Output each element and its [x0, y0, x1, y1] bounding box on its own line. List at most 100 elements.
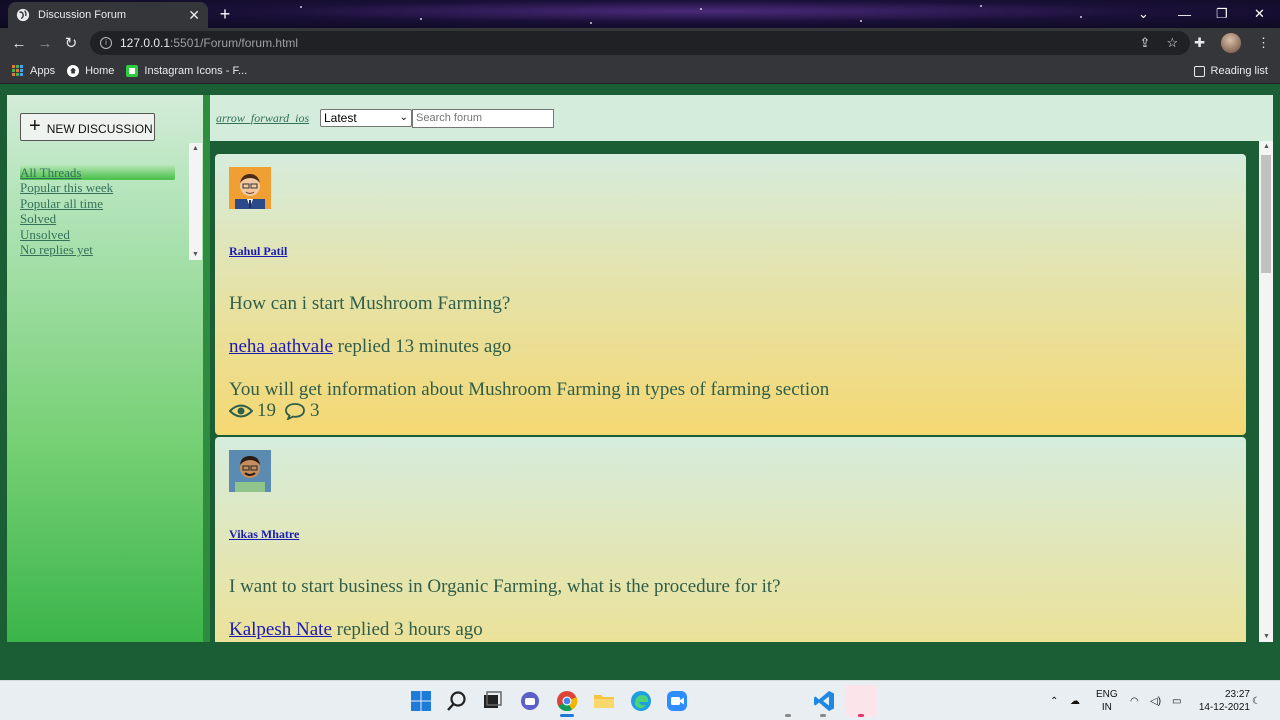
bookmarks-bar: Apps Home Instagram Icons - F... Reading…: [0, 58, 1280, 84]
language-indicator[interactable]: ENG IN: [1096, 681, 1118, 720]
thread-list-scrollbar[interactable]: ▲ ▼: [1259, 141, 1273, 642]
battery-icon[interactable]: ▭: [1172, 681, 1181, 720]
app-running-indicator: [785, 714, 791, 717]
teams-chat-icon[interactable]: [519, 690, 541, 712]
scroll-up-icon[interactable]: ▲: [192, 145, 199, 152]
profile-avatar[interactable]: [1221, 33, 1241, 53]
wifi-icon[interactable]: ◠: [1130, 681, 1139, 720]
forum-sidebar: + NEW DISCUSSION All Threads Popular thi…: [7, 95, 203, 642]
bookmark-label: Home: [85, 64, 115, 77]
site-info-icon[interactable]: i: [100, 37, 112, 49]
comment-count: 3: [310, 400, 320, 421]
scroll-up-icon[interactable]: ▲: [1263, 143, 1270, 150]
nav-popular-all-time[interactable]: Popular all time: [20, 196, 175, 211]
start-windows-icon[interactable]: [410, 690, 432, 712]
comment-icon: [285, 403, 305, 420]
reading-list-icon: [1193, 65, 1205, 77]
system-clock[interactable]: 23:27 14-12-2021: [1199, 688, 1250, 714]
tab-search-icon[interactable]: ⌄: [1138, 0, 1149, 28]
nav-all-threads[interactable]: All Threads: [20, 165, 175, 181]
menu-kebab-icon[interactable]: ⋮: [1257, 35, 1270, 51]
bookmark-home[interactable]: Home: [67, 64, 115, 77]
file-explorer-icon[interactable]: [593, 690, 615, 712]
plus-icon: +: [29, 115, 41, 137]
address-bar-row: ← → ↻ i 127.0.0.1:5501/Forum/forum.html …: [0, 28, 1280, 58]
app-running-indicator: [858, 714, 864, 717]
new-discussion-label: NEW DISCUSSION: [46, 122, 153, 136]
author-name-link[interactable]: Rahul Patil: [229, 244, 287, 259]
url-path: :5501/Forum/forum.html: [170, 36, 299, 50]
sidebar-divider: [203, 95, 210, 642]
nav-unsolved[interactable]: Unsolved: [20, 227, 175, 242]
extensions-puzzle-icon[interactable]: ✚: [1194, 35, 1205, 51]
apps-grid-icon: [12, 64, 24, 77]
forum-toolbar: arrow_forward_ios Latest ⌄ Search forum: [210, 95, 1273, 141]
bookmark-star-icon[interactable]: ☆: [1166, 35, 1178, 51]
thread-question[interactable]: How can i start Mushroom Farming?: [229, 293, 510, 315]
bookmark-label: Apps: [30, 64, 56, 77]
user-avatar: [229, 167, 271, 209]
reading-list-button[interactable]: Reading list: [1193, 58, 1268, 84]
sidebar-scrollbar[interactable]: ▲ ▼: [189, 143, 202, 260]
window-close-button[interactable]: ✕: [1254, 0, 1265, 28]
reply-time: replied 13 minutes ago: [332, 336, 512, 357]
active-app-indicator: [560, 714, 574, 717]
back-arrow-icon[interactable]: ←: [6, 35, 32, 52]
minimize-button[interactable]: —: [1178, 0, 1191, 28]
last-reply-line: neha aathvale replied 13 minutes ago: [229, 336, 511, 358]
url-field[interactable]: i 127.0.0.1:5501/Forum/forum.html: [90, 31, 1190, 55]
replier-name-link[interactable]: Kalpesh Nate: [229, 619, 332, 640]
thread-card[interactable]: Rahul Patil How can i start Mushroom Far…: [215, 154, 1246, 435]
app-running-indicator: [820, 714, 826, 717]
maximize-button[interactable]: ❐: [1216, 0, 1228, 28]
view-count: 19: [257, 400, 276, 421]
sort-select[interactable]: Latest ⌄: [320, 109, 412, 127]
forward-arrow-icon[interactable]: →: [32, 35, 58, 52]
replier-name-link[interactable]: neha aathvale: [229, 336, 333, 357]
lang-bottom: IN: [1101, 702, 1112, 713]
reload-icon[interactable]: ↻: [58, 34, 84, 52]
scroll-down-icon[interactable]: ▼: [1263, 633, 1270, 640]
clock-time: 23:27: [1224, 689, 1250, 700]
nav-popular-this-week[interactable]: Popular this week: [20, 180, 175, 195]
task-view-icon[interactable]: [481, 690, 503, 712]
tab-title: Discussion Forum: [38, 9, 127, 21]
bookmark-instagram-icons[interactable]: Instagram Icons - F...: [126, 64, 247, 77]
bookmark-apps[interactable]: Apps: [12, 64, 56, 77]
forum-page: + NEW DISCUSSION All Threads Popular thi…: [0, 85, 1280, 680]
lang-top: ENG: [1096, 689, 1118, 700]
thread-question[interactable]: I want to start business in Organic Farm…: [229, 576, 781, 598]
close-tab-icon[interactable]: ✕: [188, 7, 200, 24]
new-tab-button[interactable]: +: [214, 4, 236, 25]
scrollbar-thumb[interactable]: [1261, 155, 1271, 273]
share-icon[interactable]: ⇪: [1140, 35, 1151, 51]
vscode-icon[interactable]: [813, 690, 835, 712]
nav-no-replies-yet[interactable]: No replies yet: [20, 242, 175, 257]
thread-card[interactable]: Vikas Mhatre I want to start business in…: [215, 437, 1246, 642]
last-reply-line: Kalpesh Nate replied 3 hours ago: [229, 619, 483, 641]
app-tile[interactable]: [845, 685, 877, 717]
clock-date: 14-12-2021: [1198, 702, 1250, 713]
arrow-forward-icon[interactable]: arrow_forward_ios: [216, 111, 320, 126]
scroll-down-icon[interactable]: ▼: [192, 251, 199, 258]
active-tab[interactable]: Discussion Forum ✕: [8, 2, 208, 28]
reply-preview: You will get information about Mushroom …: [229, 379, 830, 400]
eye-icon: [229, 404, 253, 418]
notification-moon-icon[interactable]: ☾: [1252, 681, 1261, 720]
nav-solved[interactable]: Solved: [20, 211, 175, 226]
search-input[interactable]: Search forum: [412, 109, 554, 128]
new-discussion-button[interactable]: + NEW DISCUSSION: [20, 113, 155, 141]
author-name-link[interactable]: Vikas Mhatre: [229, 527, 299, 542]
edge-icon[interactable]: [630, 690, 652, 712]
volume-icon[interactable]: ◁): [1150, 681, 1161, 720]
zoom-icon[interactable]: [666, 690, 688, 712]
thread-stats: 19 3: [229, 400, 320, 422]
thread-filter-nav: All Threads Popular this week Popular al…: [20, 165, 175, 257]
reply-time: replied 3 hours ago: [331, 619, 483, 640]
search-icon[interactable]: [446, 690, 468, 712]
reading-list-label: Reading list: [1210, 65, 1268, 77]
onedrive-cloud-icon[interactable]: ☁: [1070, 681, 1080, 720]
globe-icon: [16, 8, 30, 22]
show-hidden-icons[interactable]: ⌃: [1050, 681, 1058, 720]
chrome-icon[interactable]: [556, 690, 578, 712]
